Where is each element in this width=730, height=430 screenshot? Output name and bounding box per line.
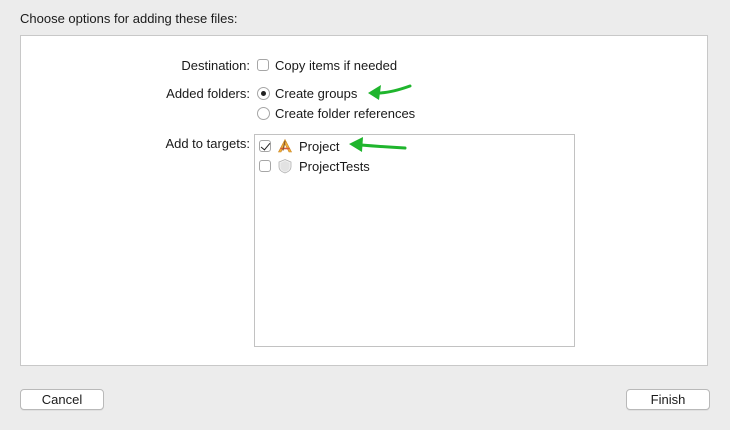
finish-button[interactable]: Finish bbox=[626, 389, 710, 410]
target-project-checkbox[interactable] bbox=[259, 140, 271, 152]
app-target-icon bbox=[278, 138, 292, 153]
create-groups-radio[interactable] bbox=[257, 86, 270, 100]
create-folder-references-radio[interactable] bbox=[257, 106, 270, 120]
copy-items-checkbox-row[interactable]: Copy items if needed bbox=[257, 56, 397, 74]
test-bundle-icon bbox=[278, 159, 292, 174]
create-groups-label: Create groups bbox=[275, 85, 358, 101]
copy-items-checkbox[interactable] bbox=[257, 59, 269, 71]
annotation-arrow-project bbox=[349, 137, 407, 152]
target-projecttests-checkbox[interactable] bbox=[259, 160, 271, 172]
create-folder-references-option[interactable]: Create folder references bbox=[257, 104, 415, 122]
target-project-label: Project bbox=[299, 138, 340, 154]
add-to-targets-label: Add to targets: bbox=[165, 136, 250, 151]
annotation-arrow-create-groups bbox=[368, 84, 412, 100]
added-folders-label: Added folders: bbox=[166, 86, 250, 101]
target-row-project[interactable]: Project bbox=[259, 137, 339, 155]
cancel-button[interactable]: Cancel bbox=[20, 389, 104, 410]
target-projecttests-label: ProjectTests bbox=[299, 158, 370, 174]
copy-items-label: Copy items if needed bbox=[275, 57, 398, 73]
create-folder-references-label: Create folder references bbox=[275, 105, 416, 121]
create-groups-option[interactable]: Create groups bbox=[257, 84, 357, 102]
destination-label: Destination: bbox=[181, 58, 250, 73]
targets-list[interactable]: Project ProjectTests bbox=[254, 134, 575, 347]
dialog-title: Choose options for adding these files: bbox=[20, 11, 238, 26]
target-row-projecttests[interactable]: ProjectTests bbox=[259, 157, 370, 175]
